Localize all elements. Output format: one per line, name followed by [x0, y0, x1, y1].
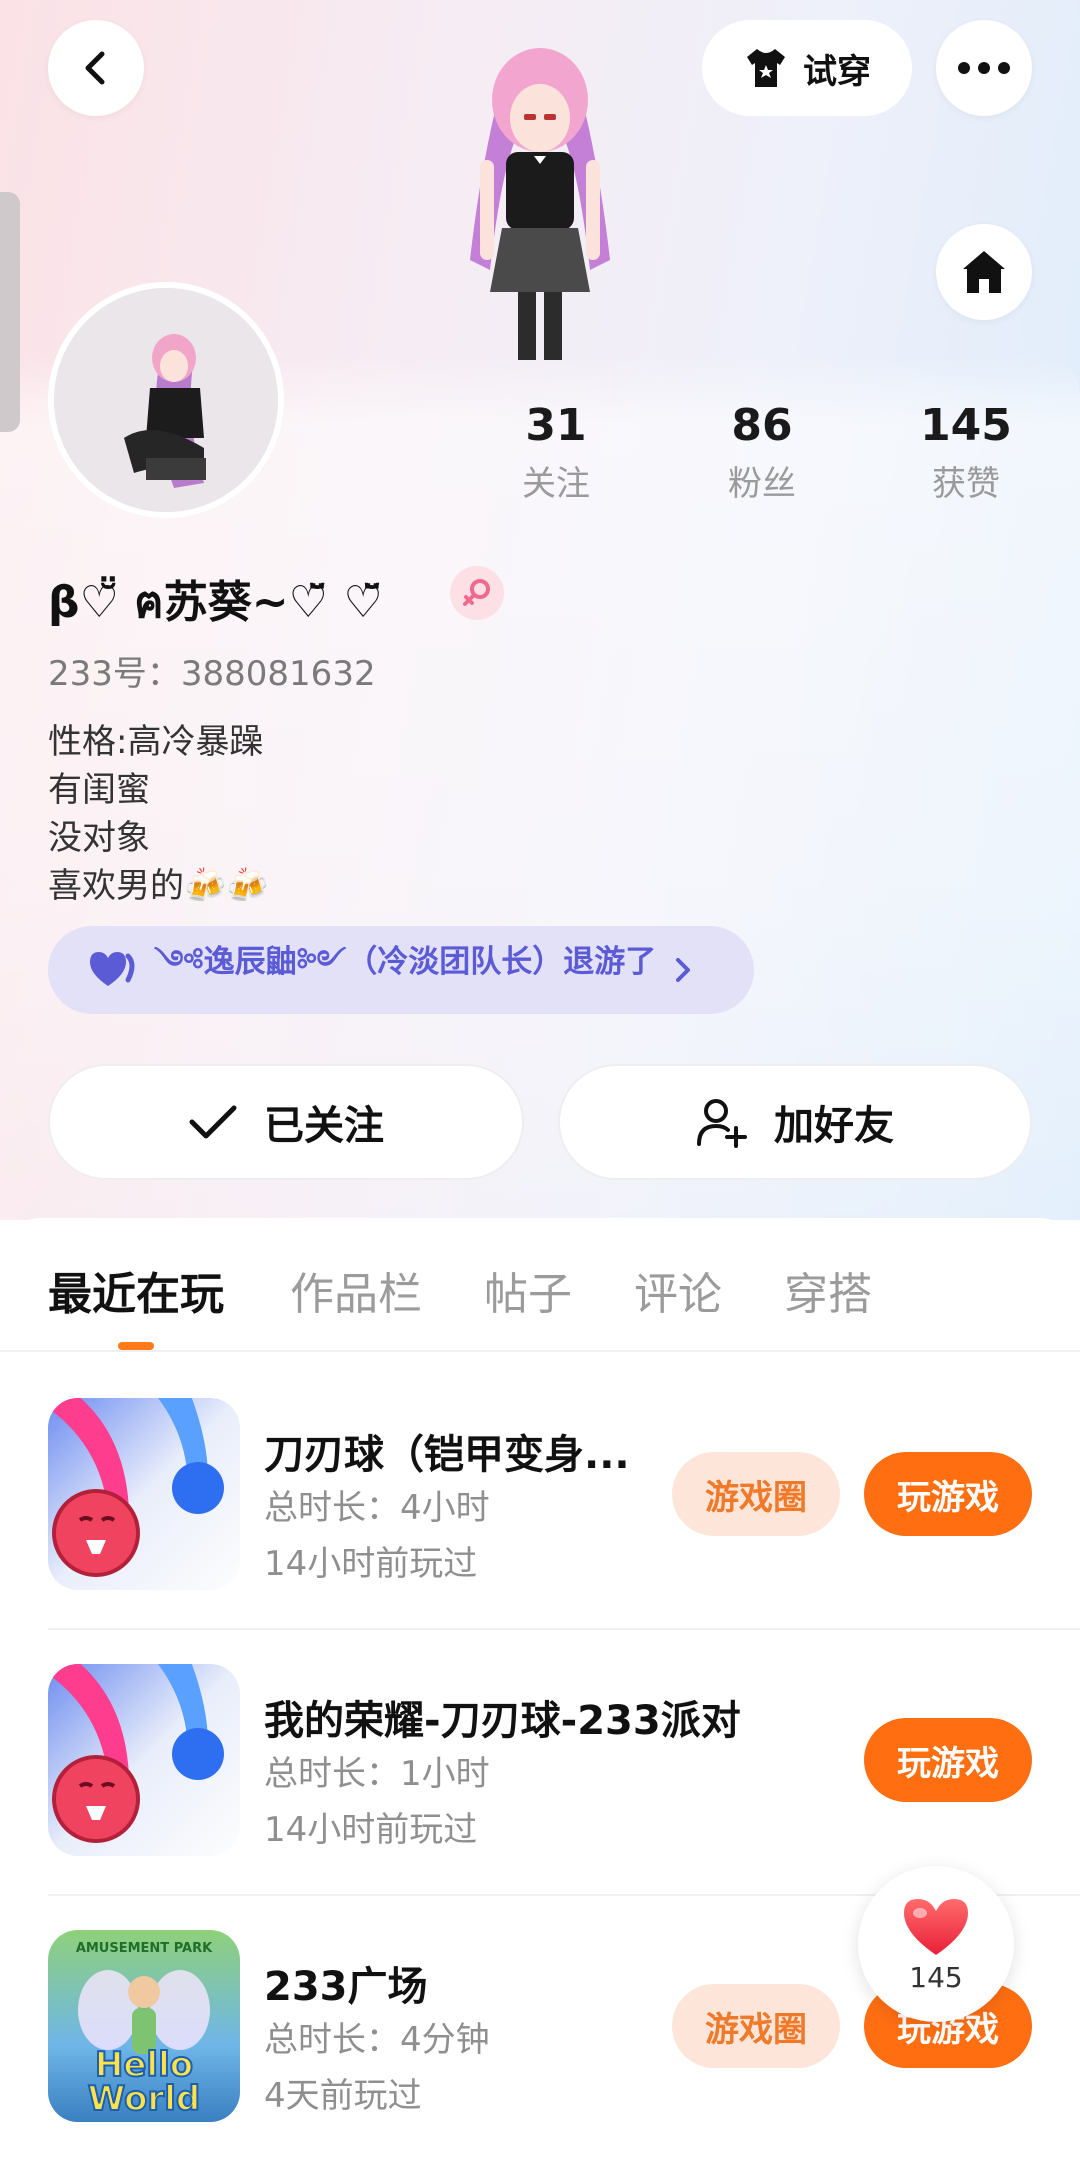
side-drawer-handle[interactable] — [0, 192, 20, 432]
play-game-button[interactable]: 玩游戏 — [864, 1452, 1032, 1536]
divider — [0, 1350, 1080, 1352]
avatar[interactable] — [48, 282, 284, 518]
more-dots-icon — [958, 62, 1010, 74]
tab-active-indicator — [118, 1342, 154, 1350]
stat-following[interactable]: 31 关注 — [476, 398, 636, 505]
stat-label: 关注 — [522, 464, 590, 504]
game-icon-banner-text: AMUSEMENT PARK — [76, 1941, 213, 1956]
stat-value: 145 — [920, 400, 1012, 451]
game-last-played: 4天前玩过 — [264, 2076, 422, 2116]
chevron-left-icon — [85, 51, 105, 85]
female-gender-icon — [450, 566, 504, 620]
stat-label: 获赞 — [932, 464, 1000, 504]
avatar-3d-figure[interactable] — [440, 30, 640, 360]
tshirt-icon — [747, 49, 785, 87]
try-on-button[interactable]: 试穿 — [702, 20, 912, 116]
team-banner-text: ༺逸辰鼬༻（冷淡团队长）退游了 — [154, 943, 657, 980]
heart-icon — [904, 1898, 968, 1955]
bio-line: 性格:高冷暴躁 — [48, 722, 264, 762]
play-game-button[interactable]: 玩游戏 — [864, 1718, 1032, 1802]
game-duration: 总时长：1小时 — [264, 1754, 490, 1794]
heart-badge-icon — [90, 952, 135, 986]
game-title[interactable]: 233广场 — [264, 1954, 428, 2012]
chevron-right-icon — [676, 958, 691, 982]
tab-comments[interactable]: 评论 — [634, 1258, 722, 1322]
divider — [48, 1628, 1080, 1630]
game-icon[interactable] — [48, 1664, 240, 1856]
back-button[interactable] — [48, 20, 144, 116]
add-user-icon — [697, 1099, 747, 1148]
stat-value: 31 — [525, 400, 587, 451]
game-last-played: 14小时前玩过 — [264, 1544, 478, 1584]
tab-recently-played[interactable]: 最近在玩 — [48, 1258, 224, 1322]
game-icon-text-world: World — [88, 2079, 200, 2119]
nickname: β♡̆̈ ฅ苏葵~♡̆̈ ♡̆̈ — [48, 577, 383, 628]
bio-line: 有闺蜜 — [48, 770, 150, 810]
add-friend-button[interactable]: 加好友 — [558, 1064, 1032, 1180]
stat-label: 粉丝 — [728, 464, 796, 504]
game-duration: 总时长：4分钟 — [264, 2020, 490, 2060]
stat-likes[interactable]: 145 获赞 — [886, 398, 1046, 505]
add-friend-label: 加好友 — [774, 1103, 894, 1149]
more-button[interactable] — [936, 20, 1032, 116]
home-icon — [963, 251, 1005, 293]
game-circle-button[interactable]: 游戏圈 — [672, 1984, 840, 2068]
stat-fans[interactable]: 86 粉丝 — [682, 398, 842, 505]
game-duration: 总时长：4小时 — [264, 1488, 490, 1528]
followed-label: 已关注 — [264, 1103, 384, 1149]
tab-outfits[interactable]: 穿搭 — [784, 1258, 872, 1322]
tab-posts[interactable]: 帖子 — [484, 1258, 572, 1322]
game-icon[interactable]: AMUSEMENT PARK Hello World — [48, 1930, 240, 2122]
avatar-image — [54, 288, 278, 512]
like-count: 145 — [909, 1960, 963, 1994]
game-last-played: 14小时前玩过 — [264, 1810, 478, 1850]
like-button[interactable]: 145 — [858, 1866, 1014, 2022]
user-id: 233号：388081632 — [48, 654, 376, 694]
try-on-label: 试穿 — [803, 51, 871, 92]
check-icon — [189, 1105, 237, 1139]
team-banner[interactable]: ༺逸辰鼬༻（冷淡团队长）退游了 — [48, 926, 754, 1014]
bio-line: 喜欢男的🍻🍻 — [48, 866, 269, 906]
game-circle-button[interactable]: 游戏圈 — [672, 1452, 840, 1536]
game-title[interactable]: 我的荣耀-刀刃球-233派对 — [264, 1688, 741, 1746]
tab-works[interactable]: 作品栏 — [290, 1258, 422, 1322]
stat-value: 86 — [731, 400, 793, 451]
home-button[interactable] — [936, 224, 1032, 320]
bio-line: 没对象 — [48, 818, 150, 858]
game-icon[interactable] — [48, 1398, 240, 1590]
game-title[interactable]: 刀刃球（铠甲变身... — [264, 1422, 630, 1480]
followed-button[interactable]: 已关注 — [48, 1064, 524, 1180]
